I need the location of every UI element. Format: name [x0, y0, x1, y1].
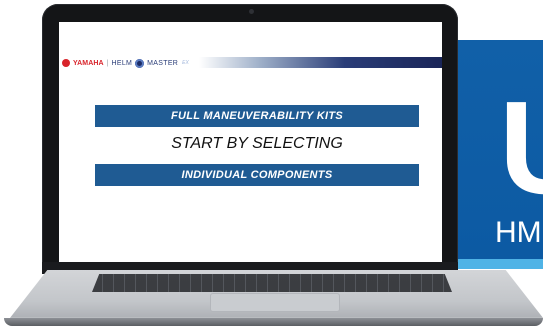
brand-panel-subtext: HM	[495, 216, 542, 249]
logo-separator: |	[106, 59, 109, 67]
brand-panel: U HM	[455, 40, 543, 259]
helm-wheel-icon	[135, 58, 145, 68]
full-maneuverability-kits-button[interactable]: FULL MANEUVERABILITY KITS	[95, 105, 419, 127]
helm-wordmark: HELM	[111, 59, 133, 67]
trackpad	[210, 293, 340, 312]
yamaha-emblem-icon	[62, 59, 70, 67]
laptop-screen: YAMAHA | HELM MASTER EX FULL MANEUVERABI…	[59, 22, 442, 262]
brand-accent-strip	[455, 259, 543, 269]
keyboard-keys	[92, 274, 452, 292]
laptop-base-edge	[4, 318, 543, 326]
ex-suffix: EX	[182, 60, 189, 66]
individual-components-button[interactable]: INDIVIDUAL COMPONENTS	[95, 164, 419, 186]
webcam-icon	[249, 9, 254, 14]
helm-master-logo: YAMAHA | HELM MASTER EX	[62, 56, 189, 70]
master-wordmark: MASTER	[147, 59, 179, 67]
header-gradient-bar	[199, 57, 442, 68]
brand-panel-letters: U	[499, 82, 543, 214]
yamaha-wordmark: YAMAHA	[73, 59, 104, 67]
start-by-selecting-heading: START BY SELECTING	[171, 135, 343, 152]
